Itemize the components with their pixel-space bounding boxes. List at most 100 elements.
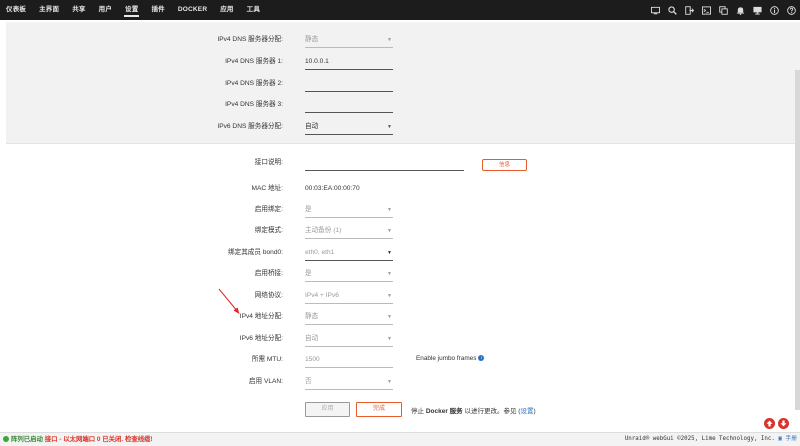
help-icon[interactable] xyxy=(787,5,796,15)
annotation-arrow-icon xyxy=(218,288,240,314)
bell-icon[interactable] xyxy=(736,6,745,15)
enable-vlan-select[interactable]: 否 ▼ xyxy=(305,375,393,390)
ipv4-dns-1-label: IPv4 DNS 服务器 1: xyxy=(225,58,283,65)
top-navigation: 仪表板 主界面 共享 用户 设置 插件 DOCKER 应用 工具 xyxy=(0,0,800,20)
note-prefix: 停止 xyxy=(411,408,426,415)
nav-icon-bar xyxy=(643,0,796,20)
row-mac-address: MAC 地址: 00:03:EA:00:00:70 xyxy=(0,179,800,199)
status-bar: 阵列已启动 接口 - 以太网端口 0 已关闭. 检查线缆! Unraid® we… xyxy=(0,432,800,446)
ipv4-dns-1-input[interactable]: 10.0.0.1 xyxy=(305,55,393,70)
enable-vlan-label: 启用 VLAN: xyxy=(248,378,283,385)
manual-link[interactable]: 手册 xyxy=(785,436,797,442)
info-icon[interactable] xyxy=(770,5,779,15)
nav-dashboard[interactable]: 仪表板 xyxy=(6,0,26,20)
mac-address-value: 00:03:EA:00:00:70 xyxy=(305,185,360,192)
interface-warning: 接口 - 以太网端口 0 已关闭. 检查线缆! xyxy=(44,436,153,443)
chevron-down-icon: ▼ xyxy=(387,336,392,342)
chevron-down-icon: ▼ xyxy=(387,271,392,277)
row-bonding-mode: 绑定模式: 主动备份 (1) ▼ xyxy=(0,221,800,241)
ipv6-address-assignment-select[interactable]: 自动 ▼ xyxy=(305,332,393,347)
nav-apps[interactable]: 应用 xyxy=(220,0,233,20)
ipv6-dns-assignment-select[interactable]: 自动 ▼ xyxy=(305,120,393,135)
mtu-input[interactable]: 1500 xyxy=(305,353,393,368)
copyright-text: Unraid® webGui ©2025, Lime Technology, I… xyxy=(624,436,775,442)
row-ipv4-dns-2: IPv4 DNS 服务器 2: xyxy=(0,74,800,94)
ipv4-dns-2-label: IPv4 DNS 服务器 2: xyxy=(225,80,283,87)
row-ipv6-address-assignment: IPv6 地址分配: 自动 ▼ xyxy=(0,329,800,349)
chevron-down-icon: ▼ xyxy=(387,228,392,234)
chevron-down-icon: ▼ xyxy=(387,124,392,130)
chevron-down-icon: ▼ xyxy=(387,207,392,213)
row-network-protocol: 网络协议: IPv4 + IPv6 ▼ xyxy=(0,286,800,306)
nav-plugins[interactable]: 插件 xyxy=(151,0,164,20)
ipv4-dns-assignment-select[interactable]: 静态 ▼ xyxy=(305,33,393,48)
enable-bonding-label: 启用绑定: xyxy=(254,206,283,213)
enable-bonding-select[interactable]: 是 ▼ xyxy=(305,203,393,218)
arrow-up-icon xyxy=(766,420,773,427)
nav-docker[interactable]: DOCKER xyxy=(178,0,207,20)
info-circle-icon[interactable]: i xyxy=(478,355,485,362)
manual-icon[interactable]: ▣ xyxy=(778,436,782,442)
row-enable-bonding: 启用绑定: 是 ▼ xyxy=(0,200,800,220)
arrow-down-icon xyxy=(780,420,787,427)
chevron-down-icon: ▼ xyxy=(387,379,392,385)
status-ok-icon xyxy=(3,436,9,443)
scroll-bottom-button[interactable] xyxy=(778,418,789,429)
row-ipv4-address-assignment: IPv4 地址分配: 静态 ▼ xyxy=(0,307,800,327)
array-status: 阵列已启动 xyxy=(11,436,43,443)
ipv4-address-assignment-select[interactable]: 静态 ▼ xyxy=(305,310,393,325)
chevron-down-icon: ▼ xyxy=(387,250,392,256)
logout-icon[interactable] xyxy=(685,5,694,15)
nav-users[interactable]: 用户 xyxy=(99,0,112,20)
done-button[interactable]: 完成 xyxy=(356,402,402,417)
network-protocol-select[interactable]: IPv4 + IPv6 ▼ xyxy=(305,289,393,304)
row-enable-vlan: 启用 VLAN: 否 ▼ xyxy=(0,372,800,392)
row-ipv6-dns-assignment: IPv6 DNS 服务器分配: 自动 ▼ xyxy=(0,117,800,137)
note-docker-service: Docker 服务 xyxy=(425,408,463,415)
network-protocol-label: 网络协议: xyxy=(254,292,283,299)
nav-main[interactable]: 主界面 xyxy=(39,0,59,20)
nav-menu: 仪表板 主界面 共享 用户 设置 插件 DOCKER 应用 工具 xyxy=(0,0,273,20)
note-middle: 以进行更改。参见 ( xyxy=(462,408,521,415)
search-icon[interactable] xyxy=(668,5,677,15)
info-button[interactable]: 信息 xyxy=(482,159,527,171)
row-bond-members: 绑定其成员 bond0: eth0, eth1 ▼ xyxy=(0,243,800,263)
settings-link[interactable]: 设置 xyxy=(520,408,533,415)
row-mtu: 所需 MTU: 1500 xyxy=(0,350,800,370)
terminal-icon[interactable] xyxy=(702,5,711,15)
bonding-mode-label: 绑定模式: xyxy=(254,227,283,234)
enable-bridging-label: 启用桥接: xyxy=(254,270,283,277)
row-enable-bridging: 启用桥接: 是 ▼ xyxy=(0,264,800,284)
ipv4-dns-3-input[interactable] xyxy=(305,98,393,113)
monitor-icon[interactable] xyxy=(651,6,660,15)
bond-members-select[interactable]: eth0, eth1 ▼ xyxy=(305,246,393,261)
interface-description-input[interactable] xyxy=(305,156,464,171)
ipv4-dns-3-label: IPv4 DNS 服务器 3: xyxy=(225,101,283,108)
bonding-mode-select[interactable]: 主动备份 (1) ▼ xyxy=(305,224,393,239)
chevron-down-icon: ▼ xyxy=(387,37,392,43)
copy-icon[interactable] xyxy=(719,5,728,15)
bond-members-label: 绑定其成员 bond0: xyxy=(228,249,283,256)
status-right: Unraid® webGui ©2025, Lime Technology, I… xyxy=(625,433,797,446)
mac-address-label: MAC 地址: xyxy=(251,185,283,192)
status-left: 阵列已启动 接口 - 以太网端口 0 已关闭. 检查线缆! xyxy=(3,433,153,446)
ipv4-dns-2-input[interactable] xyxy=(305,77,393,92)
apply-button[interactable]: 应用 xyxy=(305,402,350,417)
chevron-down-icon: ▼ xyxy=(387,293,392,299)
interface-description-label: 接口说明: xyxy=(254,159,283,166)
nav-tools[interactable]: 工具 xyxy=(247,0,260,20)
row-ipv4-dns-3: IPv4 DNS 服务器 3: xyxy=(0,95,800,115)
jumbo-frames-note: Enable jumbo frames i xyxy=(416,355,485,362)
display-icon[interactable] xyxy=(753,6,762,15)
mtu-label: 所需 MTU: xyxy=(251,356,283,363)
nav-settings[interactable]: 设置 xyxy=(124,0,140,20)
ipv4-address-assignment-label: IPv4 地址分配: xyxy=(239,313,283,320)
nav-shares[interactable]: 共享 xyxy=(72,0,85,20)
row-ipv4-dns-1: IPv4 DNS 服务器 1: 10.0.0.1 xyxy=(0,52,800,72)
docker-stop-note: 停止 Docker 服务 以进行更改。参见 (设置) xyxy=(411,405,536,415)
note-suffix: ) xyxy=(533,408,536,415)
scroll-top-button[interactable] xyxy=(764,418,775,429)
enable-bridging-select[interactable]: 是 ▼ xyxy=(305,267,393,282)
jumbo-frames-text: Enable jumbo frames xyxy=(416,355,477,362)
ipv4-dns-assignment-label: IPv4 DNS 服务器分配: xyxy=(217,36,283,43)
